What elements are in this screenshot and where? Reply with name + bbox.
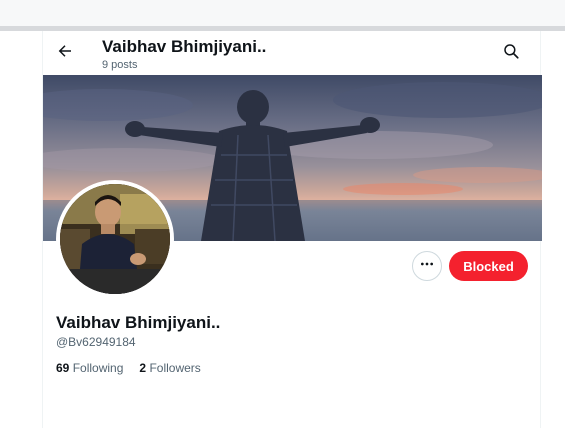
browser-top-area	[0, 0, 565, 26]
more-horizontal-icon	[419, 256, 435, 277]
search-button[interactable]	[500, 42, 522, 64]
profile-column: Vaibhav Bhimjiyani.. 9 posts Blocked Vai…	[42, 31, 542, 428]
post-count: 9 posts	[102, 59, 138, 71]
following-count: 69	[56, 361, 70, 375]
followers-link[interactable]: 2 Followers	[139, 361, 200, 375]
following-link[interactable]: 69 Following	[56, 361, 123, 375]
blocked-button[interactable]: Blocked	[449, 251, 528, 281]
follow-stats: 69 Following 2 Followers	[56, 361, 201, 375]
arrow-left-icon	[56, 42, 74, 65]
back-button[interactable]	[53, 41, 77, 65]
header-title: Vaibhav Bhimjiyani..	[102, 37, 267, 56]
followers-label: Followers	[149, 361, 201, 375]
search-icon	[502, 42, 520, 65]
profile-header: Vaibhav Bhimjiyani.. 9 posts	[43, 31, 540, 75]
followers-count: 2	[139, 361, 147, 375]
display-name: Vaibhav Bhimjiyani..	[56, 313, 221, 332]
user-handle: @Bv62949184	[56, 335, 136, 349]
more-options-button[interactable]	[412, 251, 442, 281]
following-label: Following	[72, 361, 124, 375]
avatar[interactable]	[56, 180, 174, 298]
